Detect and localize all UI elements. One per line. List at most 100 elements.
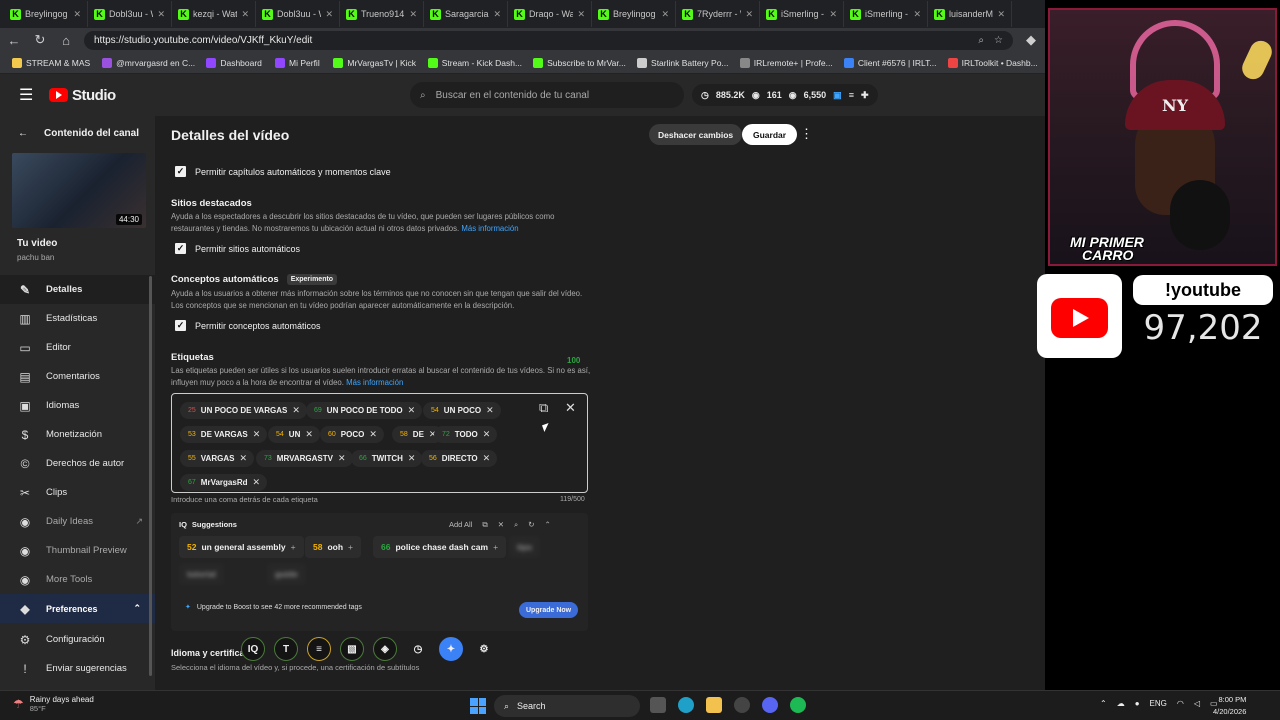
zoom-icon[interactable]: ⌕ [978, 35, 984, 46]
sidebar-item-enviar-sugerencias[interactable]: ! Enviar sugerencias [0, 654, 155, 683]
studio-logo[interactable]: Studio [49, 87, 116, 104]
bookmark-item[interactable]: Stream - Kick Dash... [422, 57, 523, 68]
tag-chip[interactable]: 69 UN POCO DE TODO ✕ [306, 402, 423, 419]
close-tab-icon[interactable]: ✕ [661, 9, 669, 20]
bookmark-item[interactable]: Dashboard [200, 57, 265, 68]
volume-icon[interactable]: ◁ [1194, 699, 1200, 708]
tag-chip[interactable]: 67 MrVargasRd ✕ [180, 474, 268, 491]
sidebar-item-idiomas[interactable]: ▣ Idiomas [0, 391, 155, 420]
browser-tab[interactable]: K Breylingog ✕ [592, 1, 676, 27]
create-icon[interactable]: ✚ [861, 90, 869, 101]
language-indicator[interactable]: ENG [1150, 699, 1167, 708]
close-tab-icon[interactable]: ✕ [157, 9, 165, 20]
channel-search-input[interactable]: ⌕ Buscar en el contenido de tu canal [410, 82, 684, 108]
remove-tag-icon[interactable]: ✕ [483, 429, 491, 440]
add-icon[interactable]: + [291, 542, 296, 552]
favorite-star-icon[interactable]: ☆ [994, 35, 1003, 46]
close-tab-icon[interactable]: ✕ [325, 9, 333, 20]
browser-tab[interactable]: K 7Ryderrr - W ✕ [676, 1, 760, 27]
close-tab-icon[interactable]: ✕ [409, 9, 417, 20]
close-tab-icon[interactable]: ✕ [829, 9, 837, 20]
spotify-icon[interactable] [790, 697, 806, 713]
undo-changes-button[interactable]: Deshacer cambios [649, 124, 743, 145]
suggestion-chip[interactable]: 58 ooh + [305, 536, 362, 558]
sidebar-scrollbar[interactable] [149, 276, 152, 676]
back-to-content[interactable]: ← Contenido del canal [0, 116, 155, 150]
menu-icon[interactable]: ☰ [19, 85, 33, 105]
ai-sparkle-icon[interactable]: ✦ [439, 637, 463, 661]
gear-icon[interactable]: ⚙ [472, 637, 496, 661]
tag-chip[interactable]: 72 TODO ✕ [434, 426, 498, 443]
close-tab-icon[interactable]: ✕ [577, 9, 585, 20]
folder-icon[interactable] [706, 697, 722, 713]
add-icon[interactable]: + [348, 542, 353, 552]
tags-input[interactable]: ⧉ ✕ 25 UN POCO DE VARGAS ✕ 69 UN POCO DE TOD… [171, 393, 588, 493]
mic-icon[interactable]: ● [1135, 699, 1140, 708]
title-icon[interactable]: T [274, 637, 298, 661]
sidebar-item-more-tools[interactable]: ◉ More Tools [0, 565, 155, 594]
tag-chip[interactable]: 60 POCO ✕ [320, 426, 384, 443]
file-explorer-icon[interactable] [650, 697, 666, 713]
bookmark-item[interactable]: IRLToolkit • Dashb... [942, 57, 1039, 68]
tags-learn-more-link[interactable]: Más información [346, 378, 403, 387]
copy-icon[interactable]: ⧉ [482, 520, 487, 530]
sidebar-item-monetizaci-n[interactable]: $ Monetización [0, 420, 155, 449]
translate-icon[interactable]: ✕ [498, 520, 504, 530]
remove-tag-icon[interactable]: ✕ [292, 405, 300, 416]
bookmark-item[interactable]: @mrvargasrd en C... [96, 57, 196, 68]
remove-tag-icon[interactable]: ✕ [252, 477, 260, 488]
remove-tag-icon[interactable]: ✕ [408, 405, 416, 416]
search-icon[interactable]: ⌕ [514, 520, 518, 530]
places-learn-more-link[interactable]: Más información [461, 224, 518, 233]
tag-chip[interactable]: 54 UN ✕ [268, 426, 320, 443]
places-checkbox-row[interactable]: ✓ Permitir sitios automáticos [175, 243, 300, 254]
browser-tab[interactable]: K Breylingog - ✕ [4, 1, 88, 27]
bookmark-item[interactable]: MrVargasTv | Kick [327, 57, 417, 68]
description-icon[interactable]: ≡ [307, 637, 331, 661]
wifi-icon[interactable]: ◠ [1177, 699, 1184, 708]
address-bar[interactable]: https://studio.youtube.com/video/VJKff_K… [84, 30, 1013, 50]
clock-icon[interactable]: ◷ [406, 637, 430, 661]
close-tab-icon[interactable]: ✕ [241, 9, 249, 20]
suggestion-chip[interactable]: 52 un general assembly + [179, 536, 304, 558]
close-tab-icon[interactable]: ✕ [745, 9, 753, 20]
browser-tab[interactable]: K Dobl3uu - W ✕ [88, 1, 172, 27]
chevron-up-icon[interactable]: ⌃ [1100, 699, 1107, 708]
sidebar-item-derechos-de-autor[interactable]: © Derechos de autor [0, 449, 155, 478]
sidebar-item-configuraci-n[interactable]: ⚙ Configuración [0, 625, 155, 654]
browser-tab[interactable]: KiSmerling - W ✕ [844, 1, 928, 27]
remove-tag-icon[interactable]: ✕ [239, 453, 247, 464]
browser-tab[interactable]: K Trueno914 - ✕ [340, 1, 424, 27]
browser-tab[interactable]: KluisanderMV✕ [928, 1, 1012, 27]
tag-chip[interactable]: 55 VARGAS ✕ [180, 450, 254, 467]
discord-icon[interactable] [762, 697, 778, 713]
tag-chip[interactable]: 53 DE VARGAS ✕ [180, 426, 268, 443]
upgrade-now-button[interactable]: Upgrade Now [519, 602, 579, 618]
tag-icon[interactable]: ◈ [373, 637, 397, 661]
windows-start-icon[interactable] [470, 698, 486, 714]
edge-icon[interactable] [678, 697, 694, 713]
browser-tab[interactable]: Kkezqi - Watc ✕ [172, 1, 256, 27]
sidebar-item-daily-ideas[interactable]: ◉ Daily Ideas ↗ [0, 507, 155, 536]
close-tab-icon[interactable]: ✕ [913, 9, 921, 20]
chapters-checkbox-row[interactable]: ✓ Permitir capítulos automáticos y momen… [175, 166, 391, 177]
remove-tag-icon[interactable]: ✕ [253, 429, 261, 440]
checkbox-checked-icon[interactable]: ✓ [175, 243, 186, 254]
sidebar-item-detalles[interactable]: ✎ Detalles [0, 275, 155, 304]
extension-stats-pill[interactable]: ◷ 885.2K ◉ 161 ◉ 6,550 ▣ ≡ ✚ [692, 84, 878, 106]
refresh-icon[interactable]: ↻ [528, 520, 534, 530]
reload-icon[interactable]: ↻ [32, 32, 48, 48]
tag-chip[interactable]: 73 MRVARGASTV ✕ [256, 450, 353, 467]
sidebar-item-estad-sticas[interactable]: ▥ Estadísticas [0, 304, 155, 333]
close-tab-icon[interactable]: ✕ [493, 9, 501, 20]
tag-chip[interactable]: 56 DIRECTO ✕ [421, 450, 498, 467]
sidebar-item-clips[interactable]: ✂ Clips [0, 478, 155, 507]
remove-tag-icon[interactable]: ✕ [338, 453, 346, 464]
save-button[interactable]: Guardar [742, 124, 798, 145]
weather-widget[interactable]: ☂ Rainy days ahead 85°F [13, 695, 94, 713]
taskbar-search[interactable]: ⌕ Search [494, 695, 640, 717]
browser-tab[interactable]: K Saragarciab ✕ [424, 1, 508, 27]
copy-icon[interactable]: ⧉ [539, 400, 548, 416]
bookmark-item[interactable]: Mi Perfil [269, 57, 323, 68]
bookmark-item[interactable]: IRLremote+ | Profe... [734, 57, 834, 68]
